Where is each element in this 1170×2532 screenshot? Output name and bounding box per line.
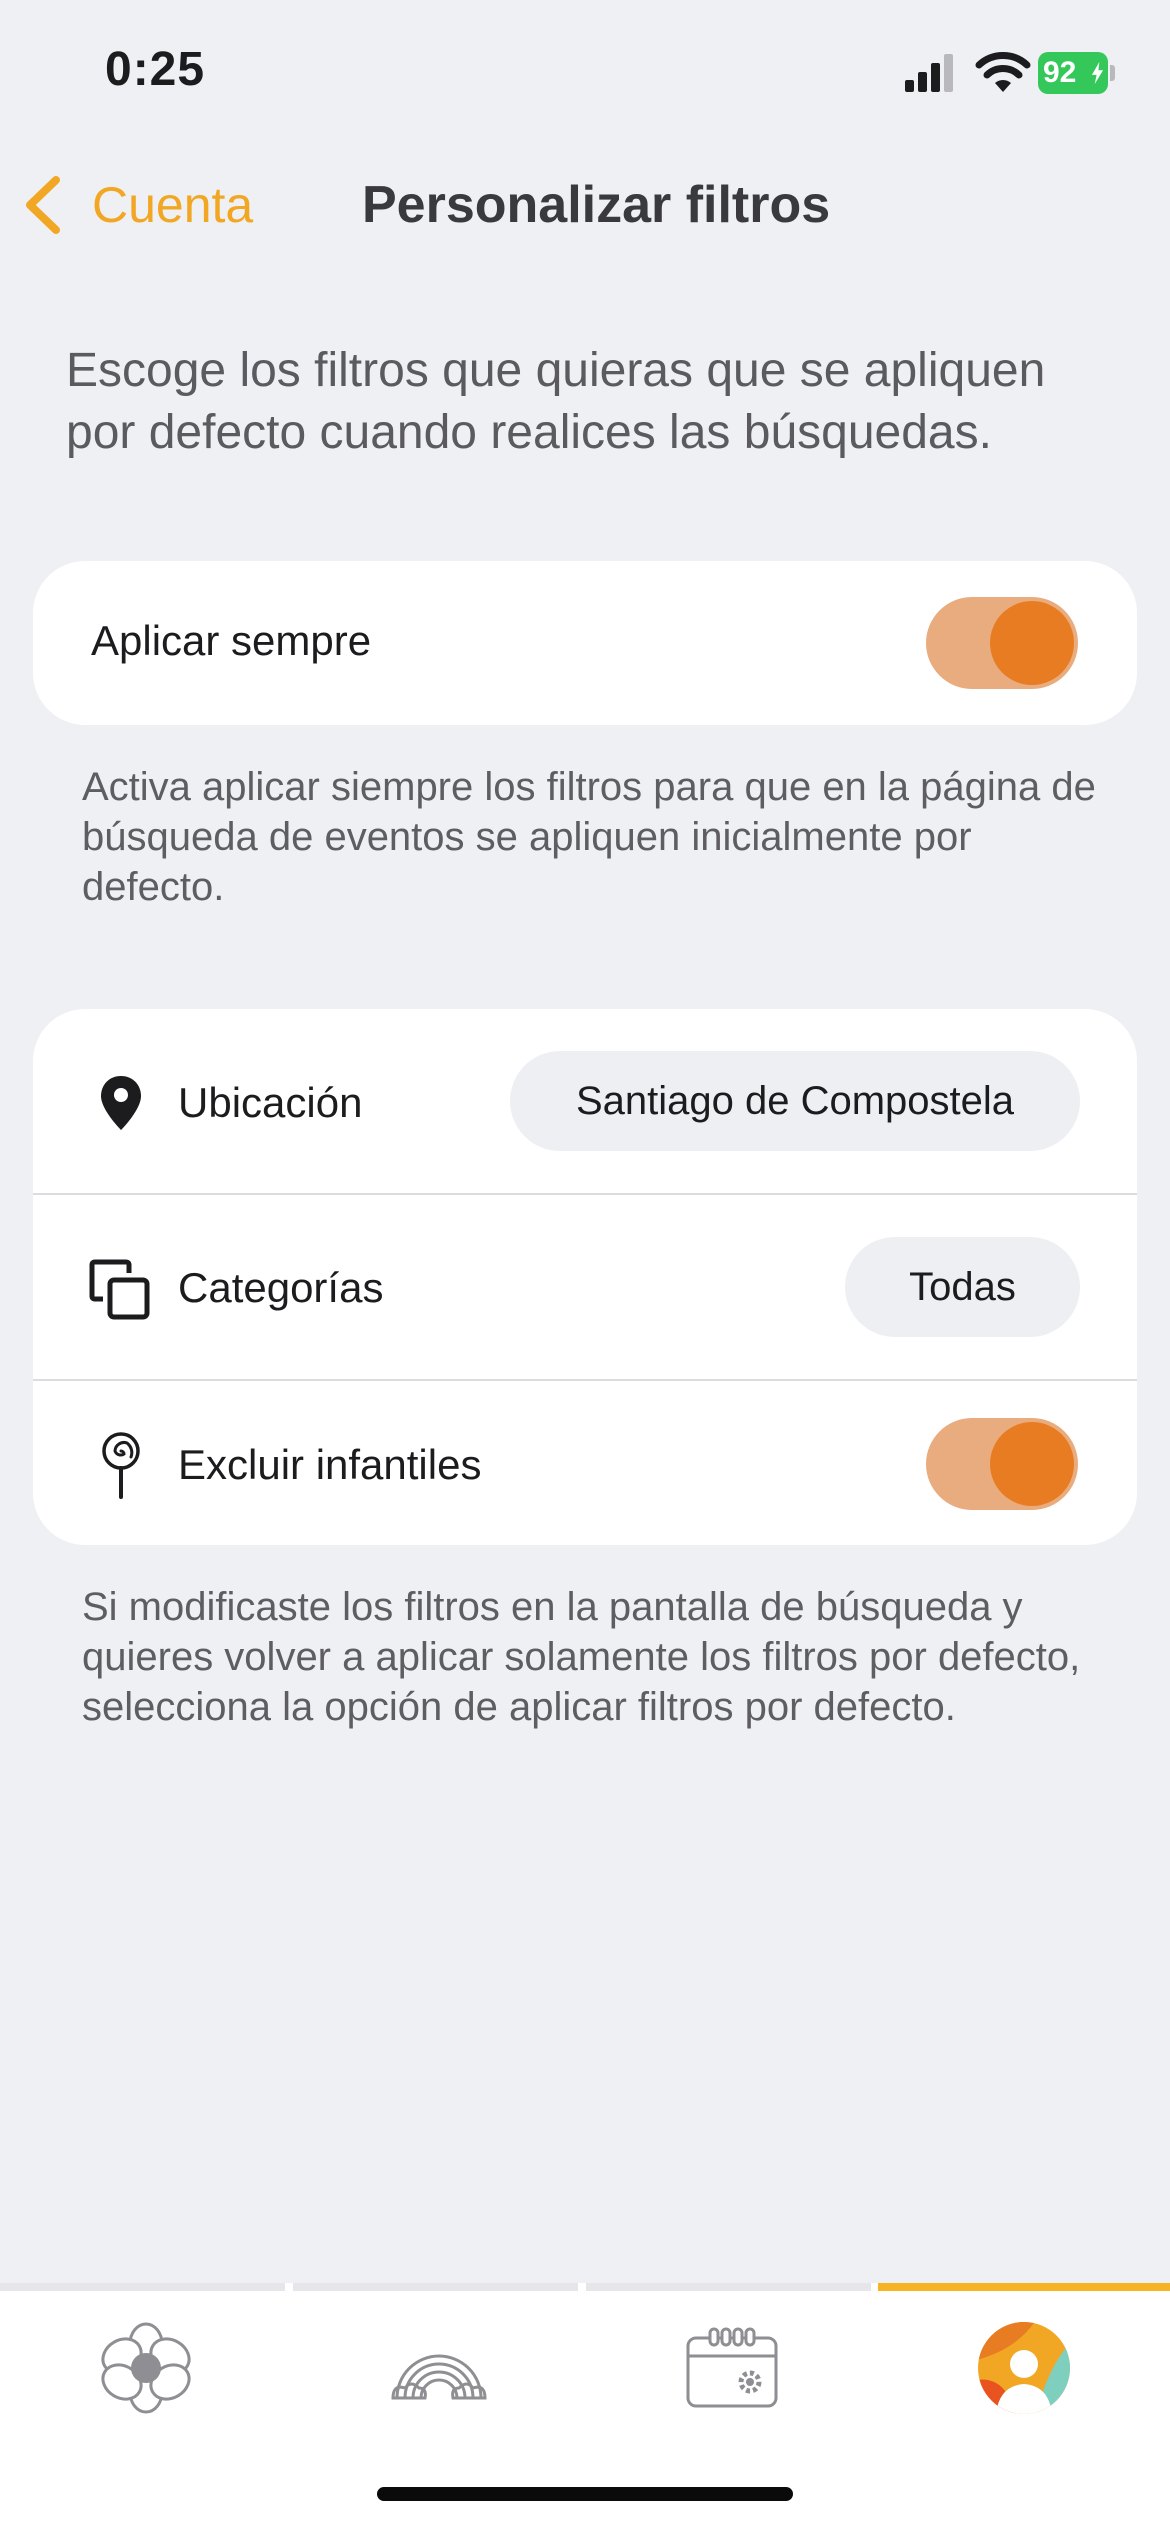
rainbow-icon xyxy=(391,2354,487,2400)
row-divider xyxy=(33,1193,1137,1195)
row-divider xyxy=(33,1379,1137,1381)
tab-explore[interactable] xyxy=(0,2303,292,2433)
categories-label: Categorías xyxy=(178,1264,384,1311)
tab-calendar[interactable] xyxy=(586,2303,878,2433)
profile-avatar-icon xyxy=(978,2322,1070,2414)
cellular-signal-icon xyxy=(905,54,953,92)
always-apply-label: Aplicar sempre xyxy=(91,617,372,664)
filters-card: Ubicación Santiago de Compostela Categor… xyxy=(33,1009,1137,1545)
status-time: 0:25 xyxy=(105,43,206,96)
location-label: Ubicación xyxy=(178,1079,363,1126)
always-apply-toggle[interactable] xyxy=(926,597,1078,689)
tab-indicator-track xyxy=(586,2283,871,2291)
chevron-left-icon xyxy=(26,176,60,234)
location-selector[interactable]: Santiago de Compostela xyxy=(510,1051,1080,1151)
exclude-kids-toggle[interactable] xyxy=(926,1418,1078,1510)
page-title: Personalizar filtros xyxy=(362,176,831,234)
intro-text: Escoge los filtros que quieras que se ap… xyxy=(66,344,1046,459)
wifi-icon xyxy=(975,52,1031,92)
exclude-kids-label: Excluir infantiles xyxy=(178,1441,482,1488)
battery-level: 92 xyxy=(1043,56,1077,89)
map-pin-icon xyxy=(101,1076,141,1130)
toggle-knob xyxy=(990,601,1074,685)
copy-squares-icon xyxy=(89,1259,150,1320)
always-apply-note: Activa aplicar siempre los filtros para … xyxy=(82,765,1096,909)
filters-note: Si modificaste los filtros en la pantall… xyxy=(82,1585,1081,1729)
flower-icon xyxy=(101,2322,191,2414)
home-indicator xyxy=(377,2487,793,2501)
toggle-knob xyxy=(990,1422,1074,1506)
tab-rainbow[interactable] xyxy=(293,2303,585,2433)
back-button[interactable]: Cuenta xyxy=(22,170,253,240)
battery-indicator: 92 xyxy=(1038,52,1116,94)
tab-indicator-track xyxy=(293,2283,578,2291)
back-button-label: Cuenta xyxy=(92,177,254,233)
active-tab-indicator xyxy=(878,2283,1170,2291)
tab-profile[interactable] xyxy=(878,2303,1170,2433)
always-apply-card: Aplicar sempre xyxy=(33,561,1137,725)
tab-indicator-track xyxy=(0,2283,285,2291)
lollipop-icon xyxy=(102,1432,140,1499)
charging-bolt-icon xyxy=(1091,61,1104,85)
calendar-settings-icon xyxy=(686,2327,778,2408)
categories-selector[interactable]: Todas xyxy=(845,1237,1080,1337)
